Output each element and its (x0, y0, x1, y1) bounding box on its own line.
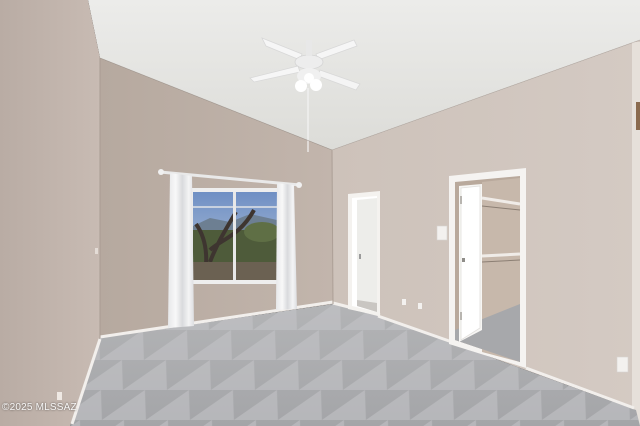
outlet (95, 248, 98, 254)
bedroom-scene (0, 0, 640, 426)
outlet (57, 392, 62, 400)
window (190, 188, 280, 284)
outlet (402, 299, 406, 305)
curtain-right (276, 183, 297, 310)
photo-watermark: ©2025 MLSSAZ (2, 402, 77, 413)
left-wall (0, 0, 100, 426)
listing-photo: ©2025 MLSSAZ (0, 0, 640, 426)
light-switch (436, 225, 448, 241)
right-edge-column (632, 42, 640, 426)
curtain-left (168, 173, 194, 328)
hallway-door (348, 191, 380, 316)
outlet (616, 356, 629, 373)
outlet (418, 303, 422, 309)
door-hinge (636, 102, 640, 130)
curtain-rod-end-right (296, 182, 302, 188)
closet (449, 168, 526, 368)
curtain-rod-end-left (158, 169, 164, 175)
